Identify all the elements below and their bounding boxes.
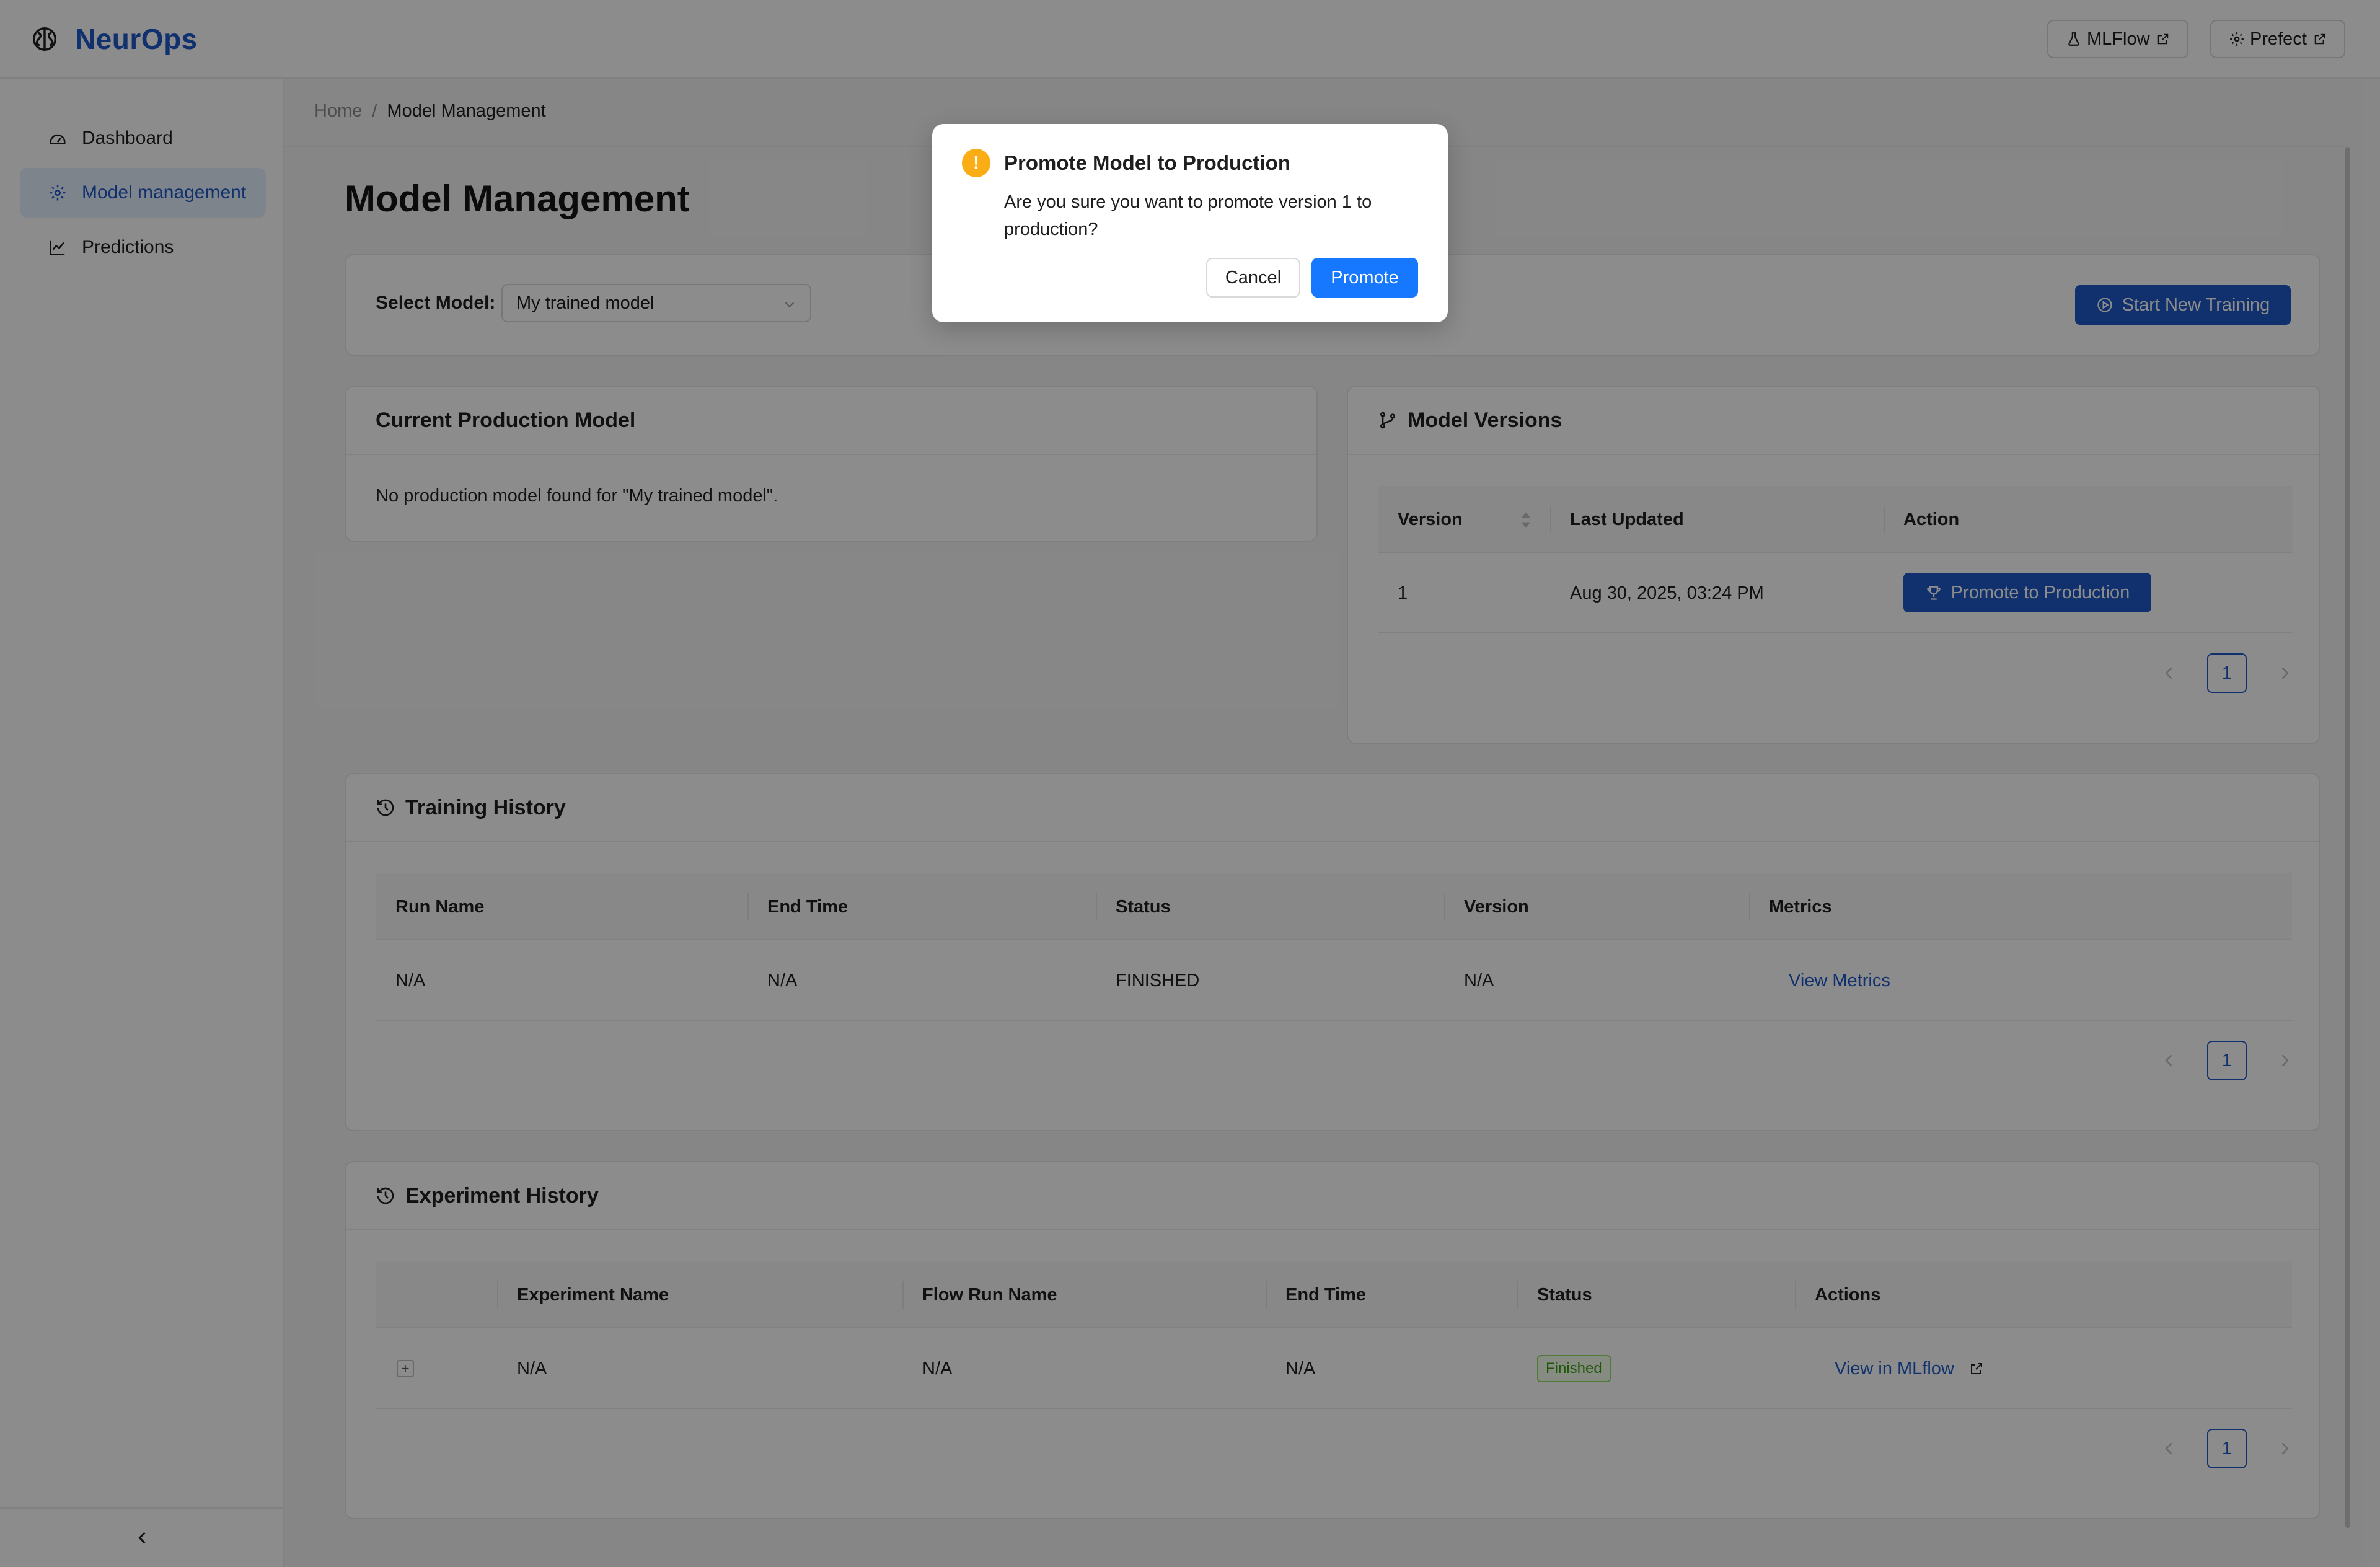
warning-icon: ! (962, 149, 990, 177)
promote-confirm-dialog: ! Promote Model to Production Are you su… (932, 124, 1448, 322)
cancel-button[interactable]: Cancel (1206, 258, 1300, 298)
promote-button[interactable]: Promote (1311, 258, 1418, 298)
dialog-title: Promote Model to Production (1004, 151, 1290, 174)
dialog-message: Are you sure you want to promote version… (1004, 192, 1372, 239)
